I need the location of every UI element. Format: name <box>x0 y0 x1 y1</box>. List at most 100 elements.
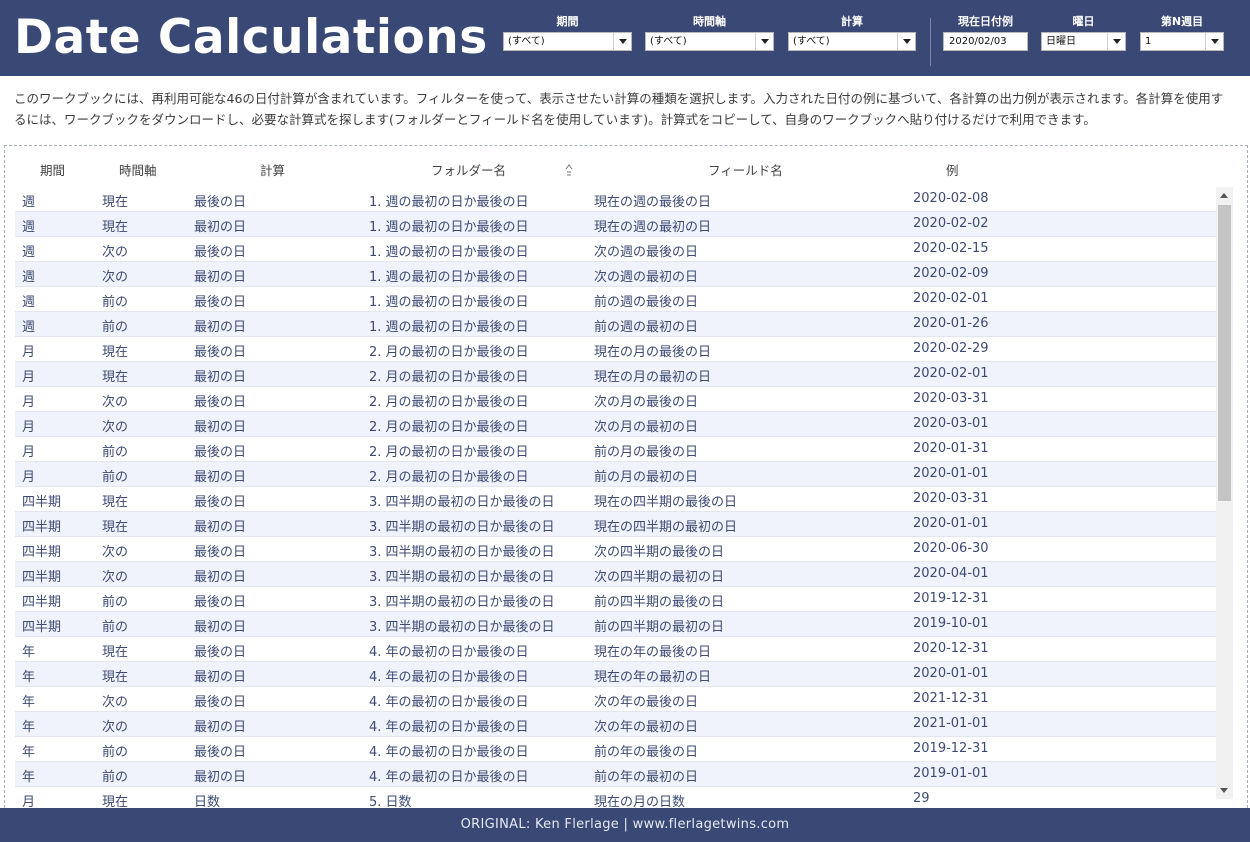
table-row[interactable]: 年 前の 最初の日 4. 年の最初の日か最後の日 前の年の最初の日 2019-01-01 <box>15 762 1216 787</box>
filter-time-axis: 時間軸 (すべて) <box>645 16 774 51</box>
weekday-dropdown[interactable]: 日曜日 <box>1041 32 1126 51</box>
calculation-cell: 最後の日 <box>194 445 247 460</box>
chevron-down-icon[interactable] <box>897 33 915 50</box>
table-row[interactable]: 年 現在 最初の日 4. 年の最初の日か最後の日 現在の年の最初の日 2020-01-01 <box>15 662 1216 687</box>
column-header-calculation[interactable]: 計算 <box>260 160 285 179</box>
sort-ascending-icon[interactable] <box>565 164 573 176</box>
vertical-scrollbar[interactable] <box>1216 187 1233 799</box>
table-row[interactable]: 月 前の 最初の日 2. 月の最初の日か最後の日 前の月の最初の日 2020-01-01 <box>15 462 1216 487</box>
filter-calculation-label: 計算 <box>841 15 863 28</box>
filter-nth-week: 第N週目 1 <box>1140 16 1224 51</box>
dashboard-title: Date Calculations <box>14 10 488 65</box>
time-axis-cell: 次の <box>102 720 129 735</box>
calculation-cell: 最後の日 <box>194 645 247 660</box>
folder-name-cell: 1. 週の最初の日か最後の日 <box>369 245 529 260</box>
scroll-up-arrow-icon[interactable] <box>1220 193 1228 198</box>
calculation-cell: 日数 <box>194 795 221 808</box>
folder-name-cell: 4. 年の最初の日か最後の日 <box>369 745 529 760</box>
field-name-cell: 現在の月の最後の日 <box>594 345 712 360</box>
time-axis-cell: 前の <box>102 445 129 460</box>
calculation-cell: 最初の日 <box>194 470 247 485</box>
table-row[interactable]: 四半期 前の 最初の日 3. 四半期の最初の日か最後の日 前の四半期の最初の日 2019-… <box>15 612 1216 637</box>
period-dropdown[interactable]: (すべて) <box>503 32 632 51</box>
time-axis-cell: 次の <box>102 270 129 285</box>
table-row[interactable]: 月 現在 最初の日 2. 月の最初の日か最後の日 現在の月の最初の日 2020-02-01 <box>15 362 1216 387</box>
calculation-cell: 最後の日 <box>194 695 247 710</box>
calculation-cell: 最初の日 <box>194 220 247 235</box>
table-row[interactable]: 四半期 次の 最初の日 3. 四半期の最初の日か最後の日 次の四半期の最初の日 2020-… <box>15 562 1216 587</box>
filter-current-date: 現在日付例 2020/02/03 <box>943 16 1028 51</box>
period-cell: 年 <box>22 695 36 710</box>
example-cell: 2020-01-01 <box>913 466 989 481</box>
period-cell: 四半期 <box>22 545 62 560</box>
chevron-down-icon[interactable] <box>755 33 773 50</box>
period-cell: 月 <box>22 370 36 385</box>
example-cell: 2020-01-31 <box>913 441 989 456</box>
calculation-cell: 最後の日 <box>194 195 247 210</box>
chevron-down-icon[interactable] <box>613 33 631 50</box>
field-name-cell: 前の週の最初の日 <box>594 320 699 335</box>
calculation-dropdown-value: (すべて) <box>793 36 830 47</box>
time-axis-cell: 次の <box>102 545 129 560</box>
period-cell: 月 <box>22 345 36 360</box>
table-row[interactable]: 四半期 現在 最初の日 3. 四半期の最初の日か最後の日 現在の四半期の最初の日 2020… <box>15 512 1216 537</box>
example-cell: 2019-01-01 <box>913 766 989 781</box>
folder-name-cell: 2. 月の最初の日か最後の日 <box>369 370 529 385</box>
table-row[interactable]: 年 次の 最初の日 4. 年の最初の日か最後の日 次の年の最初の日 2021-01-01 <box>15 712 1216 737</box>
table-row[interactable]: 年 前の 最後の日 4. 年の最初の日か最後の日 前の年の最後の日 2019-12-31 <box>15 737 1216 762</box>
filter-weekday: 曜日 日曜日 <box>1041 16 1126 51</box>
calculation-cell: 最初の日 <box>194 270 247 285</box>
table-row[interactable]: 月 現在 最後の日 2. 月の最初の日か最後の日 現在の月の最後の日 2020-02-29 <box>15 337 1216 362</box>
period-cell: 年 <box>22 670 36 685</box>
table-row[interactable]: 週 現在 最初の日 1. 週の最初の日か最後の日 現在の週の最初の日 2020-02-02 <box>15 212 1216 237</box>
table-row[interactable]: 四半期 前の 最後の日 3. 四半期の最初の日か最後の日 前の四半期の最後の日 2019-… <box>15 587 1216 612</box>
folder-name-cell: 2. 月の最初の日か最後の日 <box>369 345 529 360</box>
workbook-description: このワークブックには、再利用可能な46の日付計算が含まれています。フィルターを使… <box>14 91 1224 127</box>
table-row[interactable]: 月 次の 最初の日 2. 月の最初の日か最後の日 次の月の最初の日 2020-03-01 <box>15 412 1216 437</box>
table-row[interactable]: 週 次の 最初の日 1. 週の最初の日か最後の日 次の週の最初の日 2020-02-09 <box>15 262 1216 287</box>
folder-name-cell: 4. 年の最初の日か最後の日 <box>369 695 529 710</box>
field-name-cell: 次の週の最初の日 <box>594 270 699 285</box>
time-axis-dropdown[interactable]: (すべて) <box>645 32 774 51</box>
example-cell: 2020-03-01 <box>913 416 989 431</box>
table-row[interactable]: 月 次の 最後の日 2. 月の最初の日か最後の日 次の月の最後の日 2020-03-31 <box>15 387 1216 412</box>
table-row[interactable]: 年 次の 最後の日 4. 年の最初の日か最後の日 次の年の最後の日 2021-12-31 <box>15 687 1216 712</box>
column-header-field-name[interactable]: フィールド名 <box>708 160 783 179</box>
field-name-cell: 次の月の最後の日 <box>594 395 699 410</box>
scroll-down-arrow-icon[interactable] <box>1220 788 1228 793</box>
table-row[interactable]: 年 現在 最後の日 4. 年の最初の日か最後の日 現在の年の最後の日 2020-12-31 <box>15 637 1216 662</box>
filter-time-axis-label: 時間軸 <box>693 15 726 28</box>
table-row[interactable]: 月 前の 最後の日 2. 月の最初の日か最後の日 前の月の最後の日 2020-01-31 <box>15 437 1216 462</box>
table-row[interactable]: 四半期 次の 最後の日 3. 四半期の最初の日か最後の日 次の四半期の最後の日 2020-… <box>15 537 1216 562</box>
calculation-dropdown[interactable]: (すべて) <box>788 32 916 51</box>
table-header-row: 期間 時間軸 計算 フォルダー名 フィールド名 例 <box>0 152 1250 184</box>
calculation-cell: 最後の日 <box>194 745 247 760</box>
nth-week-dropdown[interactable]: 1 <box>1140 32 1224 51</box>
table-row[interactable]: 週 現在 最後の日 1. 週の最初の日か最後の日 現在の週の最後の日 2020-02-08 <box>15 187 1216 212</box>
field-name-cell: 次の週の最後の日 <box>594 245 699 260</box>
folder-name-cell: 1. 週の最初の日か最後の日 <box>369 270 529 285</box>
column-header-time-axis[interactable]: 時間軸 <box>119 160 157 179</box>
example-cell: 2020-06-30 <box>913 541 989 556</box>
current-date-input[interactable]: 2020/02/03 <box>943 32 1028 51</box>
column-header-period[interactable]: 期間 <box>40 160 65 179</box>
period-cell: 年 <box>22 745 36 760</box>
table-row[interactable]: 月 現在 日数 5. 日数 現在の月の日数 29 <box>15 787 1216 808</box>
time-axis-dropdown-value: (すべて) <box>650 36 687 47</box>
table-row[interactable]: 週 前の 最後の日 1. 週の最初の日か最後の日 前の週の最後の日 2020-02-01 <box>15 287 1216 312</box>
table-row[interactable]: 週 次の 最後の日 1. 週の最初の日か最後の日 次の週の最後の日 2020-02-15 <box>15 237 1216 262</box>
table-body: 週現在 最後の日 1. 週の最初の日か最後の日 現在の週の最後の日 2020-02-08… <box>15 187 1216 808</box>
column-header-folder-name[interactable]: フォルダー名 <box>431 160 506 179</box>
example-cell: 2020-04-01 <box>913 566 989 581</box>
time-axis-cell: 次の <box>102 245 129 260</box>
time-axis-cell: 現在 <box>102 195 129 210</box>
chevron-down-icon[interactable] <box>1107 33 1125 50</box>
table-row[interactable]: 四半期 現在 最後の日 3. 四半期の最初の日か最後の日 現在の四半期の最後の日 2020… <box>15 487 1216 512</box>
column-header-example[interactable]: 例 <box>946 160 959 179</box>
chevron-down-icon[interactable] <box>1205 33 1223 50</box>
folder-name-cell: 2. 月の最初の日か最後の日 <box>369 420 529 435</box>
dashboard-header: Date Calculations 期間 (すべて) 時間軸 (すべて) 計算 … <box>0 0 1250 76</box>
scrollbar-thumb[interactable] <box>1218 205 1231 501</box>
calculation-cell: 最後の日 <box>194 545 247 560</box>
table-row[interactable]: 週 前の 最初の日 1. 週の最初の日か最後の日 前の週の最初の日 2020-01-26 <box>15 312 1216 337</box>
